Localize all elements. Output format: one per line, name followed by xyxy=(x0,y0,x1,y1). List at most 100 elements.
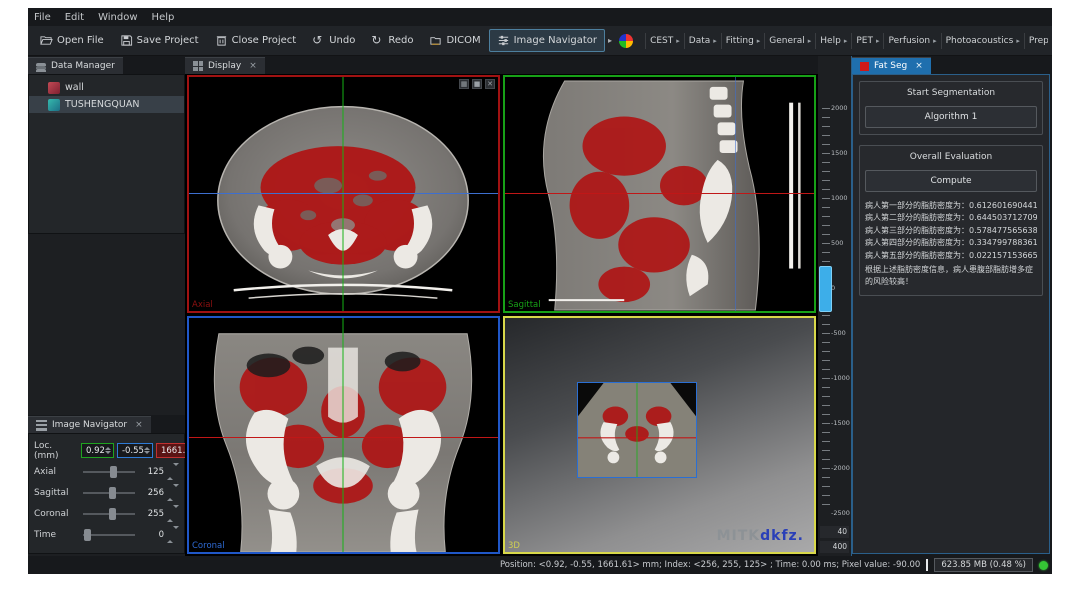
slider-handle[interactable] xyxy=(110,466,117,478)
algorithm-1-button[interactable]: Algorithm 1 xyxy=(865,106,1037,128)
menu-file[interactable]: File xyxy=(34,12,51,23)
fat-seg-tab-label: Fat Seg xyxy=(874,61,907,71)
tab-display[interactable]: Display × xyxy=(185,57,265,74)
spin-arrows-icon[interactable] xyxy=(167,529,179,540)
menu-help[interactable]: Help xyxy=(152,12,175,23)
spin-arrows-icon[interactable] xyxy=(167,508,179,519)
axial-slider[interactable] xyxy=(81,465,137,479)
lw-tick-label: 500 xyxy=(831,239,851,247)
lw-tick-label: 0 xyxy=(831,284,851,292)
close-icon[interactable]: × xyxy=(249,61,257,71)
tab-data-manager[interactable]: Data Manager xyxy=(28,57,123,74)
bright-artifact-bar xyxy=(789,103,793,269)
lw-tick-label: -2500 xyxy=(831,509,851,517)
sagittal-value: 256 xyxy=(140,488,164,498)
toolbar-overflow-arrow[interactable]: ▸ xyxy=(605,36,615,45)
sagittal-slider[interactable] xyxy=(81,486,137,500)
compute-button[interactable]: Compute xyxy=(865,170,1037,192)
spin-arrows-icon[interactable] xyxy=(105,447,111,454)
window-value-box[interactable]: 400 xyxy=(820,541,849,553)
status-ok-icon xyxy=(1039,561,1048,570)
viewport-axial[interactable]: ▦ ■ ✕ Axial xyxy=(187,75,500,313)
quad-view-icon xyxy=(193,61,203,71)
viewport-sagittal[interactable]: Sagittal xyxy=(503,75,816,313)
mitk-dkfz-watermark: MITKdkfz. xyxy=(717,528,804,544)
plugin-menu-pet[interactable]: PET▸ xyxy=(851,33,883,49)
image-node-icon xyxy=(48,99,60,111)
spin-arrows-icon[interactable] xyxy=(144,447,150,454)
time-slider[interactable] xyxy=(81,528,137,542)
dicom-button[interactable]: DICOM xyxy=(421,29,488,52)
data-node-tushengquan[interactable]: TUSHENGQUAN xyxy=(29,96,184,113)
result-line-1: 病人第一部分的脂肪密度为：0.6126016904411238 xyxy=(865,200,1037,212)
chevron-right-icon: ▸ xyxy=(676,37,680,45)
plugin-menu-help[interactable]: Help▸ xyxy=(815,33,851,49)
color-wheel-icon[interactable] xyxy=(619,34,633,48)
time-slider-row: Time 0 xyxy=(34,524,179,545)
fat-seg-body: Start Segmentation Algorithm 1 Overall E… xyxy=(852,74,1050,554)
display-area: Display × xyxy=(185,56,818,556)
cursor-position-text: Position: <0.92, -0.55, 1661.61> mm; Ind… xyxy=(500,560,920,570)
close-icon[interactable]: × xyxy=(135,420,143,430)
time-value: 0 xyxy=(140,530,164,540)
viewport-grid: ▦ ■ ✕ Axial xyxy=(187,75,816,554)
menu-edit[interactable]: Edit xyxy=(65,12,84,23)
menu-window[interactable]: Window xyxy=(98,12,137,23)
display-tabbar: Display × xyxy=(185,56,818,74)
evaluation-results: 病人第一部分的脂肪密度为：0.6126016904411238 病人第二部分的脂… xyxy=(865,200,1037,289)
spin-arrows-icon[interactable] xyxy=(167,487,179,498)
open-file-button[interactable]: Open File xyxy=(32,29,112,52)
data-node-wall[interactable]: wall xyxy=(29,79,184,96)
viewport-coronal[interactable]: Coronal xyxy=(187,316,500,554)
plugin-menu-fitting[interactable]: Fitting▸ xyxy=(721,33,765,49)
loc-y-spinbox[interactable]: -0.55 xyxy=(117,443,153,458)
slider-handle[interactable] xyxy=(84,529,91,541)
plugin-menu-preprocessing[interactable]: Preprocessing▸ xyxy=(1024,33,1048,49)
save-project-button[interactable]: Save Project xyxy=(112,29,207,52)
chevron-right-icon: ▸ xyxy=(713,37,717,45)
3d-image-plane[interactable] xyxy=(577,382,697,478)
data-manager-tabbar: Data Manager xyxy=(28,56,185,74)
image-navigator-body: Loc. (mm) 0.92 -0.55 1661.61 xyxy=(28,433,185,554)
plugin-menu-cest[interactable]: CEST▸ xyxy=(645,33,684,49)
close-project-button[interactable]: Close Project xyxy=(207,29,305,52)
spin-arrows-icon[interactable] xyxy=(167,466,179,477)
image-navigator-tabbar: Image Navigator × xyxy=(28,415,185,433)
level-value-box[interactable]: 40 xyxy=(820,526,849,538)
lw-tick-label: -2000 xyxy=(831,464,851,472)
undo-button[interactable]: ↺ Undo xyxy=(304,29,363,52)
plugin-menu-general[interactable]: General▸ xyxy=(764,33,815,49)
close-icon[interactable]: × xyxy=(915,61,923,71)
slider-handle[interactable] xyxy=(109,487,116,499)
open-file-icon xyxy=(40,34,53,47)
level-window-slider[interactable]: 2000 1500 1000 500 0 -500 -1000 -1500 -2… xyxy=(818,56,852,556)
level-window-handle[interactable] xyxy=(819,266,832,312)
bright-artifact-bar2 xyxy=(798,103,800,269)
coronal-value: 255 xyxy=(140,509,164,519)
chevron-right-icon: ▸ xyxy=(933,37,937,45)
plugin-menu-perfusion[interactable]: Perfusion▸ xyxy=(883,33,940,49)
layout-icon[interactable]: ■ xyxy=(472,79,482,89)
status-bar: Position: <0.92, -0.55, 1661.61> mm; Ind… xyxy=(28,556,1052,574)
plugin-menu-photoacoustics[interactable]: Photoacoustics▸ xyxy=(941,33,1024,49)
plugin-menu-data[interactable]: Data▸ xyxy=(684,33,721,49)
viewport-3d[interactable]: MITKdkfz. 3D xyxy=(503,316,816,554)
tab-image-navigator[interactable]: Image Navigator × xyxy=(28,416,151,433)
slider-handle[interactable] xyxy=(109,508,116,520)
undo-icon: ↺ xyxy=(312,34,325,47)
redo-button[interactable]: ↻ Redo xyxy=(363,29,421,52)
lw-tick-label: -500 xyxy=(831,329,851,337)
chevron-right-icon: ▸ xyxy=(757,37,761,45)
start-segmentation-group: Start Segmentation Algorithm 1 xyxy=(859,81,1043,135)
axial-value: 125 xyxy=(140,467,164,477)
loc-x-spinbox[interactable]: 0.92 xyxy=(81,443,114,458)
loc-label: Loc. (mm) xyxy=(34,441,78,461)
coronal-slider[interactable] xyxy=(81,507,137,521)
crosshair-toggle-icon[interactable]: ▦ xyxy=(459,79,469,89)
tab-fat-seg[interactable]: Fat Seg × xyxy=(852,57,931,74)
image-navigator-button[interactable]: Image Navigator xyxy=(489,29,605,52)
data-manager-tree: wall TUSHENGQUAN xyxy=(28,74,185,234)
location-row: Loc. (mm) 0.92 -0.55 1661.61 xyxy=(34,440,179,461)
sagittal-ct-image xyxy=(505,77,814,311)
fullscreen-icon[interactable]: ✕ xyxy=(485,79,495,89)
